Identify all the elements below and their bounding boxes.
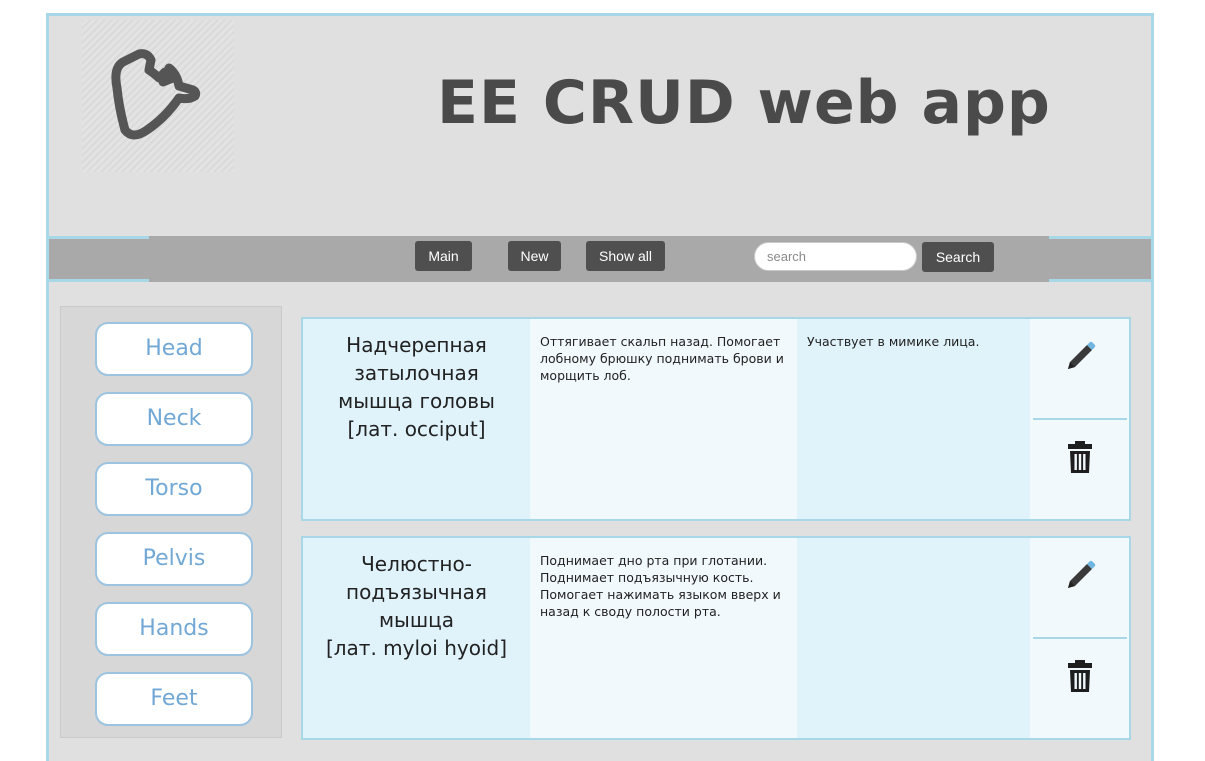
record-card: Надчерепная затылочная мышца головы [лат… <box>301 317 1131 521</box>
sidebar-item-neck[interactable]: Neck <box>95 392 253 446</box>
app-frame: EE CRUD web app Main New Show all Search… <box>46 13 1154 761</box>
delete-button[interactable] <box>1060 656 1100 696</box>
sidebar-item-pelvis[interactable]: Pelvis <box>95 532 253 586</box>
muscle-name: Челюстно- подъязычная мышца [лат. myloi … <box>303 538 530 738</box>
record-actions <box>1030 538 1129 738</box>
muscle-extra-info: Участвует в мимике лица. <box>797 319 1030 519</box>
muscle-function: Поднимает дно рта при глотании. Поднимае… <box>530 538 797 738</box>
sidebar-item-head[interactable]: Head <box>95 322 253 376</box>
muscle-name-line: мышца головы <box>338 389 495 413</box>
pencil-icon <box>1068 560 1096 588</box>
muscle-name-line: затылочная <box>354 361 479 385</box>
app-title: EE CRUD web app <box>437 68 1051 138</box>
logo <box>82 20 234 172</box>
show-all-button[interactable]: Show all <box>586 241 665 271</box>
muscle-latin-name: [лат. myloi hyoid] <box>325 636 508 660</box>
record-actions <box>1030 319 1129 519</box>
search-button[interactable]: Search <box>922 242 994 272</box>
edit-button[interactable] <box>1060 556 1100 596</box>
actions-divider <box>1033 637 1127 639</box>
pencil-icon <box>1068 341 1096 369</box>
delete-button[interactable] <box>1060 437 1100 477</box>
muscle-extra-info <box>797 538 1030 738</box>
muscle-name: Надчерепная затылочная мышца головы [лат… <box>303 319 530 519</box>
sidebar-item-feet[interactable]: Feet <box>95 672 253 726</box>
muscle-latin-name: [лат. occiput] <box>347 417 486 441</box>
muscle-name-line: Челюстно- <box>361 552 472 576</box>
trash-icon <box>1068 660 1092 692</box>
actions-divider <box>1033 418 1127 420</box>
muscle-name-line: мышца <box>378 608 455 632</box>
nav-bar: Main New Show all Search <box>49 236 1151 282</box>
muscle-name-line: Надчерепная <box>346 333 487 357</box>
trash-icon <box>1068 441 1092 473</box>
flexed-arm-icon <box>111 49 201 140</box>
sidebar-item-hands[interactable]: Hands <box>95 602 253 656</box>
main-button[interactable]: Main <box>415 241 472 271</box>
edit-button[interactable] <box>1060 337 1100 377</box>
new-button[interactable]: New <box>508 241 561 271</box>
sidebar-item-torso[interactable]: Torso <box>95 462 253 516</box>
record-card: Челюстно- подъязычная мышца [лат. myloi … <box>301 536 1131 740</box>
sidebar: Head Neck Torso Pelvis Hands Feet <box>60 306 282 738</box>
muscle-function: Оттягивает скальп назад. Помогает лобном… <box>530 319 797 519</box>
search-input[interactable] <box>754 242 917 271</box>
muscle-name-line: подъязычная <box>346 580 487 604</box>
